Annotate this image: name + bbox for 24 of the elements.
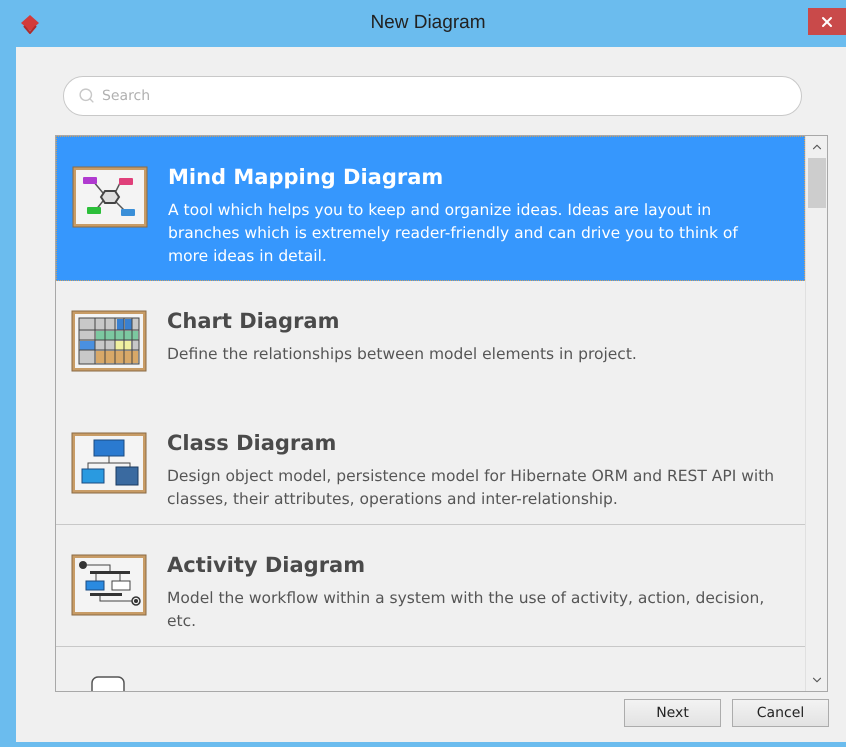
scrollbar[interactable] [805,136,827,691]
app-logo-icon [20,14,40,34]
diagram-list-item[interactable]: Chart Diagram Define the relationships between model elements in project. [56,281,805,403]
search-icon [78,87,95,104]
diagram-title: Mind Mapping Diagram [168,164,444,191]
dialog-button[interactable]: Next [624,699,721,727]
table-grid-icon [70,309,148,373]
diagram-title: Class Diagram [167,430,338,457]
diagram-list-item[interactable]: Class Diagram Design object model, persistence model for Hibernate ORM and REST API with classes, their attributes, operations and inter-relationship. [56,403,805,525]
search-field[interactable]: Search [63,76,802,116]
mind-map-icon [71,165,149,229]
diagram-title: Activity Diagram [167,552,366,579]
class-diagram-icon [70,431,148,495]
diagram-list-item[interactable]: Activity Diagram Model the workflow within a system with the use of activity, action, decision, etc. [56,525,805,647]
scrollbar-thumb[interactable] [808,158,826,208]
activity-diagram-icon [70,553,148,617]
close-button[interactable] [808,8,846,35]
diagram-description: Model the workflow within a system with the use of activity, action, decision, etc. [167,588,766,632]
diagram-description: A tool which helps you to keep and organize ideas. Ideas are layout in branches which is extremely reader-friendly and can drive you to think of more ideas in detail. [168,200,740,267]
diagram-description: Design object model, persistence model for Hibernate ORM and REST API with classes, their attributes, operations and inter-relationship. [167,466,776,510]
diagram-title: Chart Diagram [167,308,340,335]
window-title: New Diagram [370,11,486,36]
diagram-description: Define the relationships between model elements in project. [167,344,637,365]
dialog-button[interactable]: Cancel [732,699,829,727]
